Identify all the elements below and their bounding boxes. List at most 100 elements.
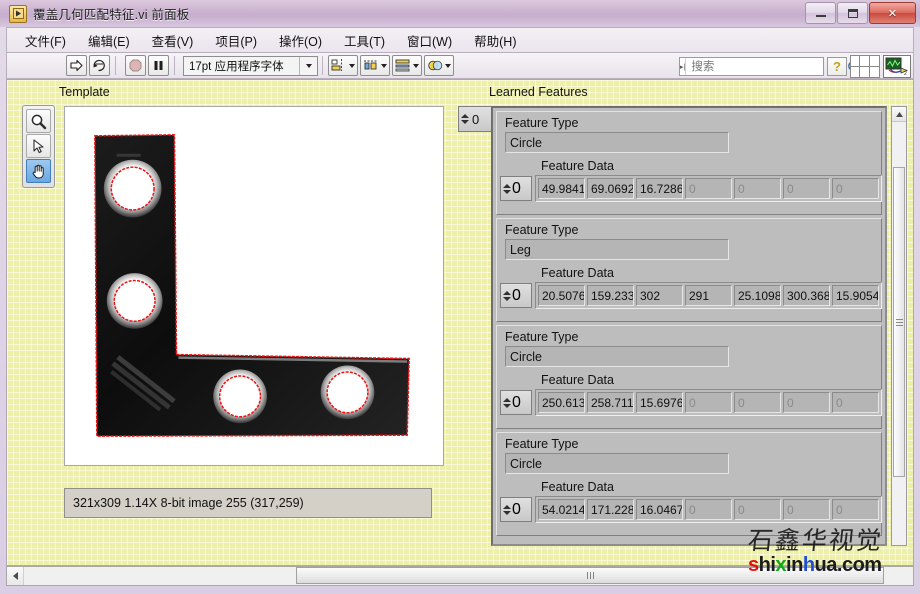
zoom-tool[interactable] (26, 109, 51, 133)
menu-operate[interactable]: 操作(O) (269, 28, 332, 53)
scroll-grip-icon (896, 319, 903, 326)
menu-view[interactable]: 查看(V) (142, 28, 204, 53)
vi-diagram-icon[interactable]: 2 (883, 55, 911, 78)
feature-data-cell[interactable]: 0 (685, 178, 732, 199)
feature-data-row: 0 54.0214 171.228 16.0467 0 0 0 0 (500, 496, 881, 523)
feature-data-stepper[interactable] (502, 499, 512, 521)
feature-data-label: Feature Data (541, 266, 881, 280)
feature-type-value[interactable]: Leg (505, 239, 729, 260)
resize-objects-button[interactable] (392, 55, 422, 76)
template-image-canvas (71, 113, 437, 459)
feature-data-cell[interactable]: 54.0214 (538, 499, 585, 520)
feature-data-label: Feature Data (541, 480, 881, 494)
feature-data-row: 0 20.5076 159.233 302 291 25.1098 300.36… (500, 282, 881, 309)
scroll-up-arrow-icon[interactable] (892, 107, 906, 122)
hscroll-track[interactable] (24, 567, 913, 585)
reorder-objects-button[interactable] (424, 55, 454, 76)
feature-data-cell[interactable]: 20.5076 (538, 285, 585, 306)
feature-data-cell[interactable]: 0 (685, 392, 732, 413)
pan-tool[interactable] (26, 159, 51, 183)
feature-cluster: Feature Type Circle Feature Data 0 250.6… (496, 325, 882, 429)
feature-data-row: 0 250.613 258.711 15.6976 0 0 0 0 (500, 389, 881, 416)
feature-data-stepper[interactable] (502, 392, 512, 414)
feature-data-cell[interactable]: 69.0692 (587, 178, 634, 199)
feature-data-index[interactable]: 0 (500, 390, 532, 415)
feature-data-cell[interactable]: 0 (685, 499, 732, 520)
menu-help[interactable]: 帮助(H) (464, 28, 526, 53)
hscroll-thumb[interactable] (296, 567, 884, 584)
feature-data-cell[interactable]: 49.9841 (538, 178, 585, 199)
feature-data-index[interactable]: 0 (500, 497, 532, 522)
features-scroll-track[interactable] (892, 122, 906, 545)
learned-features-array-index[interactable]: 0 (458, 106, 492, 132)
feature-data-cell[interactable]: 16.7286 (636, 178, 683, 199)
feature-data-index[interactable]: 0 (500, 283, 532, 308)
search-box[interactable]: ▸| (679, 57, 824, 76)
font-selector-chevron-down-icon[interactable] (299, 57, 317, 75)
menu-project[interactable]: 项目(P) (205, 28, 267, 53)
array-index-value: 0 (470, 113, 479, 126)
menu-window[interactable]: 窗口(W) (397, 28, 462, 53)
feature-data-cell[interactable]: 258.711 (587, 392, 634, 413)
run-continuously-button[interactable] (89, 55, 110, 76)
feature-data-cell[interactable]: 171.228 (587, 499, 634, 520)
close-button[interactable]: ✕ (869, 2, 916, 24)
feature-data-index[interactable]: 0 (500, 176, 532, 201)
window-grid-icon[interactable] (850, 55, 880, 78)
scroll-left-arrow-icon[interactable] (7, 567, 24, 585)
toolbar: 17pt 应用程序字体 (6, 52, 914, 79)
title-bar: 覆盖几何匹配特征.vi 前面板 ✕ (0, 0, 920, 27)
feature-data-cell[interactable]: 0 (734, 499, 781, 520)
feature-data-cell[interactable]: 302 (636, 285, 683, 306)
search-input[interactable] (686, 60, 847, 74)
run-button[interactable] (66, 55, 87, 76)
feature-data-stepper[interactable] (502, 285, 512, 307)
feature-data-cell[interactable]: 0 (783, 499, 830, 520)
abort-execution-button[interactable] (125, 55, 146, 76)
panel-horizontal-scrollbar[interactable] (6, 566, 914, 586)
abort-group (124, 55, 170, 76)
run-button-group (65, 55, 111, 76)
feature-type-value[interactable]: Circle (505, 132, 729, 153)
feature-data-cell[interactable]: 250.613 (538, 392, 585, 413)
svg-text:2: 2 (904, 71, 907, 76)
help-question-icon[interactable]: ? (827, 57, 847, 76)
feature-type-label: Feature Type (505, 330, 881, 344)
pause-button[interactable] (148, 55, 169, 76)
restore-button[interactable] (837, 2, 868, 24)
learned-features-array: Feature Type Circle Feature Data 0 49.98… (491, 106, 887, 546)
feature-data-cell[interactable]: 0 (783, 178, 830, 199)
minimize-button[interactable] (805, 2, 836, 24)
feature-data-cell[interactable]: 0 (832, 178, 879, 199)
feature-data-cell[interactable]: 159.233 (587, 285, 634, 306)
select-tool[interactable] (26, 134, 51, 158)
feature-data-cell[interactable]: 0 (783, 392, 830, 413)
feature-data-cell[interactable]: 15.9054 (832, 285, 879, 306)
feature-data-cell[interactable]: 15.6976 (636, 392, 683, 413)
feature-type-value[interactable]: Circle (505, 346, 729, 367)
image-tool-palette (22, 105, 55, 188)
feature-type-value[interactable]: Circle (505, 453, 729, 474)
template-image-display[interactable] (64, 106, 444, 466)
feature-data-cell[interactable]: 291 (685, 285, 732, 306)
vi-icon (9, 5, 27, 23)
features-scroll-thumb[interactable] (893, 167, 905, 477)
feature-data-cell[interactable]: 300.368 (783, 285, 830, 306)
feature-data-cell[interactable]: 0 (832, 499, 879, 520)
array-index-stepper[interactable] (460, 108, 470, 130)
feature-data-stepper[interactable] (502, 178, 512, 200)
font-selector[interactable]: 17pt 应用程序字体 (183, 56, 318, 76)
menu-tools[interactable]: 工具(T) (334, 28, 395, 53)
feature-data-cell[interactable]: 16.0467 (636, 499, 683, 520)
feature-data-cell[interactable]: 0 (734, 392, 781, 413)
feature-data-cell[interactable]: 25.1098 (734, 285, 781, 306)
feature-data-cell[interactable]: 0 (734, 178, 781, 199)
distribute-objects-button[interactable] (360, 55, 390, 76)
features-vertical-scrollbar[interactable] (891, 106, 907, 546)
learned-features-label: Learned Features (489, 85, 588, 99)
feature-data-cell[interactable]: 0 (832, 392, 879, 413)
feature-data-index-value: 0 (512, 394, 521, 412)
align-objects-button[interactable] (328, 55, 358, 76)
menu-edit[interactable]: 编辑(E) (78, 28, 140, 53)
menu-file[interactable]: 文件(F) (15, 28, 76, 53)
